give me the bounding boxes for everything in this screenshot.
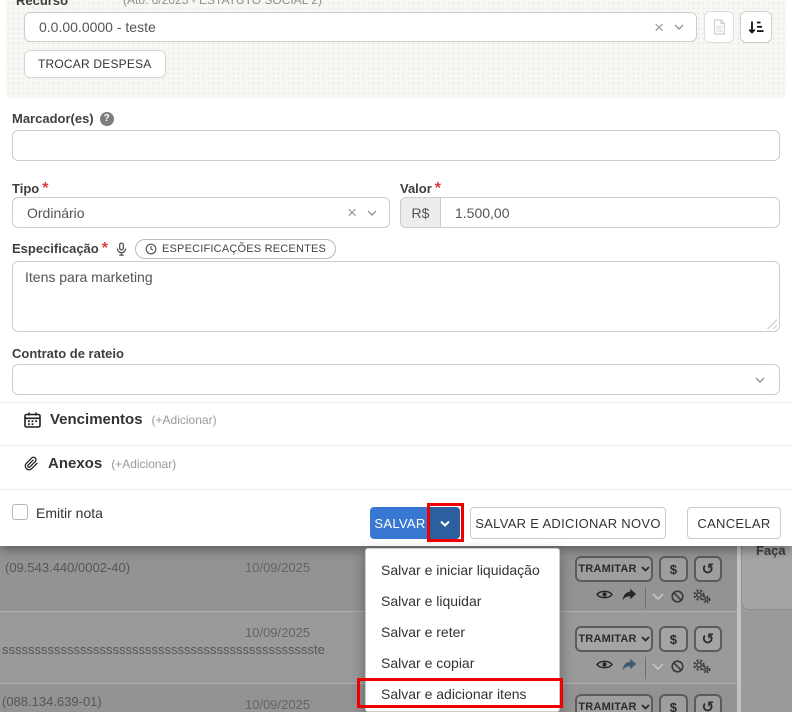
sort-button[interactable] [740, 11, 772, 43]
clock-icon [145, 243, 157, 255]
chevron-down-icon[interactable] [652, 593, 664, 601]
anexos-add-link[interactable]: (+Adicionar) [111, 457, 176, 471]
clear-icon[interactable]: × [340, 204, 364, 221]
contrato-rateio-label: Contrato de rateio [12, 346, 124, 361]
footer-divider [0, 489, 792, 490]
chevron-down-icon[interactable] [752, 377, 779, 383]
trocar-despesa-button[interactable]: TROCAR DESPESA [24, 50, 166, 78]
money-button[interactable]: $ [659, 556, 688, 582]
help-icon[interactable]: ? [100, 112, 114, 126]
row-note: ssssssssssssssssssssssssssssssssssssssss… [2, 642, 325, 657]
chevron-down-icon [641, 636, 650, 642]
row-date: 10/09/2025 [245, 625, 310, 640]
icon-divider [645, 587, 646, 609]
tramitar-label: TRAMITAR [578, 633, 636, 645]
microphone-icon[interactable] [116, 242, 127, 257]
salvar-button[interactable]: SALVAR [370, 507, 430, 539]
expense-form-modal: Recurso (Ato: 6/2025 - ESTATUTO SOCIAL 2… [0, 0, 792, 546]
anexos-section-header[interactable]: Anexos (+Adicionar) [24, 455, 176, 472]
row-date: 10/09/2025 [245, 697, 310, 712]
valor-field: R$ 1.500,00 [400, 197, 780, 228]
anexos-title: Anexos [48, 455, 102, 472]
especificacao-required-asterisk: * [102, 240, 108, 257]
recurso-label: Recurso [16, 0, 68, 8]
section-divider [0, 402, 792, 403]
history-button[interactable]: ↺ [694, 556, 722, 582]
clear-icon[interactable]: × [647, 19, 671, 36]
marcadores-label: Marcador(es) [12, 111, 94, 126]
especificacoes-recentes-label: ESPECIFICAÇÕES RECENTES [162, 243, 326, 255]
caret-down-icon [440, 520, 450, 527]
chevron-down-icon [641, 704, 650, 710]
contrato-rateio-select[interactable] [12, 364, 780, 395]
gears-icon[interactable] [692, 658, 711, 674]
tramitar-button[interactable]: TRAMITAR [575, 556, 653, 582]
marcadores-input[interactable] [12, 130, 780, 161]
section-divider [0, 445, 792, 446]
side-panel: Faça [741, 546, 792, 610]
chevron-down-icon[interactable] [671, 24, 696, 30]
menu-item-salvar-adicionar-itens[interactable]: Salvar e adicionar itens [366, 679, 559, 710]
chevron-down-icon[interactable] [364, 210, 389, 216]
money-button[interactable]: $ [659, 694, 688, 712]
salvar-dropdown-menu: Salvar e iniciar liquidação Salvar e liq… [365, 548, 560, 712]
cancel-ban-icon[interactable] [671, 590, 684, 603]
vencimentos-add-link[interactable]: (+Adicionar) [152, 413, 217, 427]
tramitar-label: TRAMITAR [578, 563, 636, 575]
menu-item-salvar-copiar[interactable]: Salvar e copiar [366, 648, 559, 679]
row-date: 10/09/2025 [245, 560, 310, 575]
valor-required-asterisk: * [435, 180, 441, 197]
eye-icon[interactable] [596, 589, 613, 600]
salvar-dropdown-toggle[interactable] [430, 507, 460, 539]
sort-amount-icon [748, 20, 764, 34]
gears-icon[interactable] [692, 588, 711, 604]
especificacao-value: Itens para marketing [13, 262, 779, 285]
chevron-down-icon[interactable] [652, 663, 664, 671]
currency-prefix: R$ [401, 198, 441, 227]
especificacoes-recentes-button[interactable]: ESPECIFICAÇÕES RECENTES [135, 239, 336, 259]
salvar-adicionar-novo-button[interactable]: SALVAR E ADICIONAR NOVO [470, 507, 666, 539]
history-button[interactable]: ↺ [694, 626, 722, 652]
especificacao-label: Especificação [12, 241, 99, 256]
document-button[interactable] [704, 11, 734, 43]
tramitar-button[interactable]: TRAMITAR [575, 626, 653, 652]
icon-divider [645, 657, 646, 679]
valor-input[interactable]: 1.500,00 [441, 205, 779, 221]
valor-label: Valor [400, 181, 432, 196]
recurso-select-value: 0.0.00.0000 - teste [25, 19, 647, 35]
resize-handle[interactable] [767, 319, 777, 329]
side-panel-text: Faça [756, 546, 786, 558]
recurso-panel: Recurso (Ato: 6/2025 - ESTATUTO SOCIAL 2… [6, 0, 786, 98]
tipo-label: Tipo [12, 181, 39, 196]
vencimentos-title: Vencimentos [50, 411, 143, 428]
emitir-nota-checkbox[interactable] [12, 504, 28, 520]
cancelar-button[interactable]: CANCELAR [687, 507, 781, 539]
document-icon [713, 19, 726, 35]
forward-icon[interactable] [622, 588, 637, 601]
expense-form-screen: Recurso (Ato: 6/2025 - ESTATUTO SOCIAL 2… [0, 0, 792, 712]
chevron-down-icon [641, 566, 650, 572]
eye-icon[interactable] [596, 659, 613, 670]
row-document-number: (088.134.639-01) [2, 694, 102, 709]
vencimentos-section-header[interactable]: Vencimentos (+Adicionar) [24, 411, 217, 428]
recurso-select[interactable]: 0.0.00.0000 - teste × [24, 12, 697, 42]
emitir-nota-label: Emitir nota [36, 505, 103, 521]
cancel-ban-icon[interactable] [671, 660, 684, 673]
history-button[interactable]: ↺ [694, 694, 722, 712]
money-button[interactable]: $ [659, 626, 688, 652]
especificacao-textarea[interactable]: Itens para marketing [12, 261, 780, 332]
tipo-required-asterisk: * [42, 180, 48, 197]
paperclip-icon [24, 456, 39, 471]
menu-item-salvar-reter[interactable]: Salvar e reter [366, 617, 559, 648]
tramitar-button[interactable]: TRAMITAR [575, 694, 653, 712]
tipo-select-value: Ordinário [13, 205, 340, 221]
calendar-icon [24, 412, 41, 428]
tramitar-label: TRAMITAR [578, 701, 636, 712]
recurso-hint: (Ato: 6/2025 - ESTATUTO SOCIAL 2) [123, 0, 322, 7]
tipo-select[interactable]: Ordinário × [12, 197, 390, 228]
forward-icon[interactable] [622, 658, 637, 671]
menu-item-salvar-iniciar-liquidacao[interactable]: Salvar e iniciar liquidação [366, 555, 559, 586]
row-document-number: (09.543.440/0002-40) [5, 560, 130, 575]
menu-item-salvar-liquidar[interactable]: Salvar e liquidar [366, 586, 559, 617]
